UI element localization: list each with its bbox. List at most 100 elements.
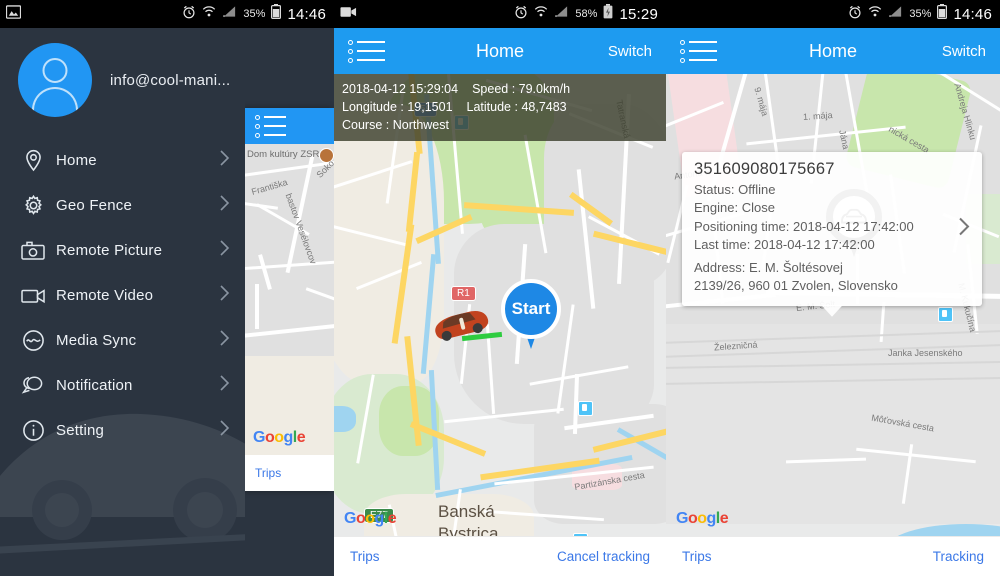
city-label-line1: Banská: [438, 502, 495, 521]
latitude-value: 48,7483: [521, 100, 567, 115]
telemetry-overlay: 2018-04-12 15:29:04 Speed : 79.0km/h Long…: [334, 74, 666, 142]
sidebar-item-remote-video[interactable]: Remote Video: [0, 273, 245, 318]
location-pin-icon: [16, 148, 50, 173]
chevron-right-icon: [218, 329, 231, 352]
last-time-value: 2018-04-12 17:42:00: [753, 237, 875, 253]
switch-button[interactable]: Switch: [608, 43, 652, 60]
avatar-body: [32, 87, 78, 117]
chevron-right-icon: [218, 194, 231, 217]
google-watermark: Google: [253, 429, 306, 446]
status-bar-3: 35% 14:46: [666, 0, 1000, 28]
engine-row: Engine: Close: [694, 199, 972, 217]
road-shield: R1: [451, 286, 476, 301]
list-icon[interactable]: [348, 39, 385, 63]
status-clock: 14:46: [953, 5, 992, 23]
transit-icon: [578, 401, 593, 416]
sidebar-item-home[interactable]: Home: [0, 138, 245, 183]
switch-button[interactable]: Switch: [942, 43, 986, 60]
latitude-label: Latitude: [466, 100, 512, 115]
sidebar-item-label: Home: [56, 152, 97, 169]
last-time-row: Last time: 2018-04-12 17:42:00: [694, 236, 972, 254]
address-line2: 2139/26, 960 01 Zvolen, Slovensko: [694, 278, 898, 294]
chevron-right-icon: [218, 284, 231, 307]
chevron-right-icon: [218, 419, 231, 442]
sidebar-item-label: Media Sync: [56, 332, 137, 349]
wave-circle-icon: [16, 328, 50, 353]
start-marker[interactable]: Start: [501, 279, 561, 353]
chevron-right-icon: [218, 239, 231, 262]
status-right-icons: 58% 15:29: [514, 4, 658, 24]
device-info-card[interactable]: 351609080175667 Status: Offline Engine: …: [682, 152, 982, 317]
list-icon[interactable]: [680, 39, 717, 63]
screenshot-root: 35% 14:46 Dom kultúry ZSR Františka bast…: [0, 0, 1000, 576]
sidebar-item-geo-fence[interactable]: Geo Fence: [0, 183, 245, 228]
bottom-bar-3: Trips Tracking: [666, 536, 1000, 576]
signal-icon: [554, 5, 569, 23]
longitude-label: Longitude: [342, 100, 397, 115]
profile-header[interactable]: info@cool-mani...: [0, 28, 245, 132]
alarm-icon: [182, 5, 196, 24]
panel-device-detail-screen: 35% 14:46 Home Switch 9. mája 1. mája Já…: [666, 0, 1000, 576]
engine-label: Engine:: [694, 200, 739, 216]
positioning-time-label: Positioning time:: [694, 218, 790, 234]
background-map-screen: Dom kultúry ZSR Františka bastov Vesélov…: [243, 108, 334, 491]
avatar[interactable]: [18, 43, 92, 117]
sidebar-item-notification[interactable]: Notification: [0, 363, 245, 408]
wifi-icon: [202, 5, 216, 23]
avatar-head: [42, 58, 68, 83]
status-clock: 15:29: [619, 5, 658, 23]
cancel-tracking-button[interactable]: Cancel tracking: [557, 549, 650, 564]
status-bar-2: 58% 15:29: [334, 0, 666, 28]
map-label: Janka Jesenského: [888, 348, 963, 358]
sidebar-item-media-sync[interactable]: Media Sync: [0, 318, 245, 363]
chevron-right-icon: [218, 374, 231, 397]
sidebar-item-label: Remote Picture: [56, 242, 163, 259]
image-icon: [5, 4, 22, 24]
sidebar-item-remote-picture[interactable]: Remote Picture: [0, 228, 245, 273]
map-label: Dom kultúry ZSR: [247, 149, 320, 160]
google-watermark: Google: [676, 510, 729, 527]
wifi-icon: [868, 5, 882, 23]
panel-tracking-screen: 58% 15:29 Home Switch R1 E77 Partizánska…: [334, 0, 666, 576]
status-value: Offline: [738, 182, 776, 197]
drawer-menu: Home Geo Fence Remote Picture Remote Vid…: [0, 138, 245, 453]
status-right-icons: 35% 14:46: [182, 4, 326, 24]
trips-button[interactable]: Trips: [255, 466, 281, 480]
trips-button[interactable]: Trips: [350, 549, 380, 564]
address-row: Address: E. M. Šoltésovej 2139/26, 960 0…: [694, 259, 972, 296]
signal-icon: [888, 5, 903, 23]
course-value: Northwest: [392, 118, 449, 133]
alarm-icon: [848, 5, 862, 24]
tracking-button[interactable]: Tracking: [933, 549, 984, 564]
sidebar-item-label: Notification: [56, 377, 133, 394]
city-label-line2: Bystrica: [438, 524, 499, 536]
chevron-right-icon: [218, 149, 231, 172]
last-time-label: Last time:: [694, 237, 751, 253]
battery-icon: [271, 4, 282, 24]
positioning-time-row: Positioning time: 2018-04-12 17:42:00: [694, 218, 972, 236]
signal-icon: [222, 5, 237, 23]
speed-label: Speed: [472, 82, 509, 96]
sidebar-item-setting[interactable]: Setting: [0, 408, 245, 453]
trips-button[interactable]: Trips: [682, 549, 712, 564]
telemetry-line-1: 2018-04-12 15:29:04 Speed : 79.0km/h: [342, 82, 571, 96]
video-camera-icon: [16, 286, 50, 306]
chevron-right-icon[interactable]: [957, 215, 972, 242]
background-appbar: [243, 108, 334, 144]
map-canvas-2[interactable]: 59 R1 E77 66 591 Tatranská Partizánska c…: [334, 74, 666, 536]
app-bar-2: Home Switch: [334, 28, 666, 74]
camera-icon: [16, 239, 50, 263]
info-circle-icon: [16, 418, 50, 443]
gear-icon: [16, 193, 50, 218]
battery-icon: [937, 4, 948, 24]
list-icon[interactable]: [255, 114, 286, 138]
battery-percent: 35%: [243, 8, 266, 20]
address-label: Address:: [694, 259, 746, 275]
status-right-icons: 35% 14:46: [848, 4, 992, 24]
google-watermark: Google: [344, 510, 397, 527]
status-row: Status: Offline: [694, 181, 972, 199]
status-bar-1: 35% 14:46: [0, 0, 334, 28]
bottom-bar-2: Trips Cancel tracking: [334, 536, 666, 576]
background-map[interactable]: Dom kultúry ZSR Františka bastov Vesélov…: [243, 144, 334, 455]
status-left-icons: [340, 5, 357, 23]
